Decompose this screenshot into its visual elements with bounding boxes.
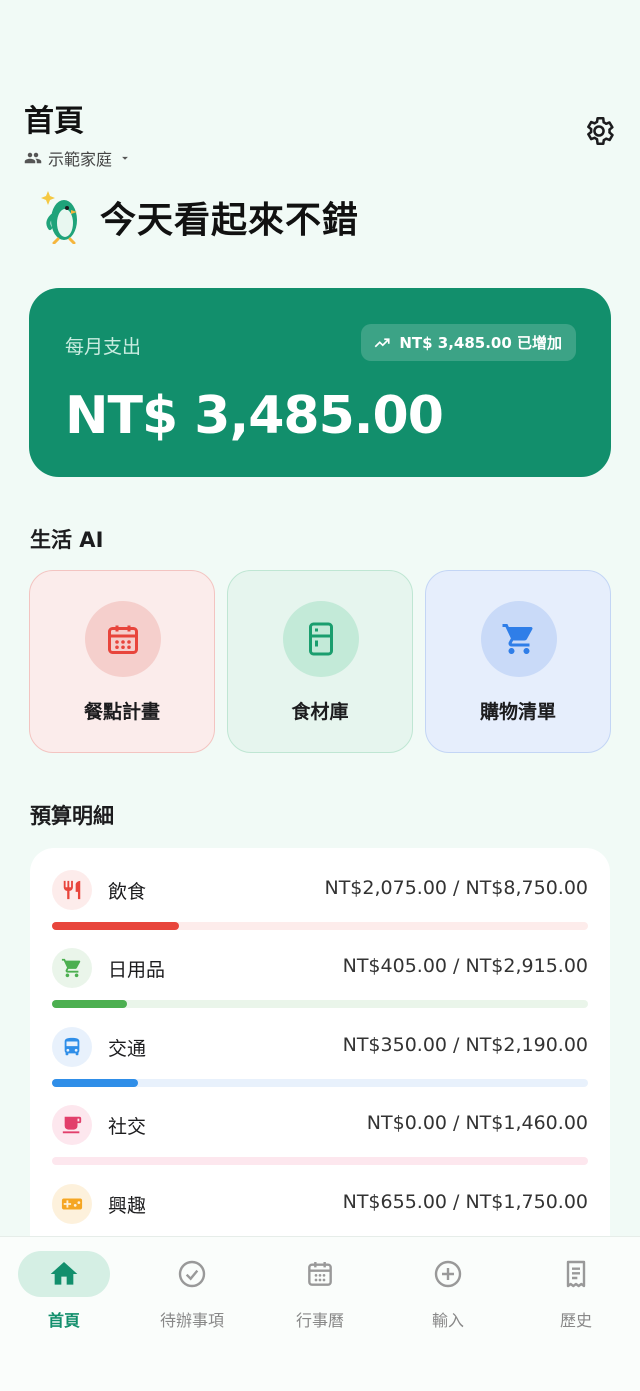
nav-input[interactable]: 輸入 [384,1251,512,1341]
budget-title: 預算明細 [30,804,114,828]
trending-up-icon [374,337,390,347]
nav-todo-pill [146,1251,238,1297]
nav-label: 待辦事項 [159,1311,224,1330]
people-icon [24,152,42,164]
penguin-mascot-icon [41,191,77,244]
budget-name: 交通 [108,1038,147,1060]
life-ai-row: 餐點計畫 食材庫 購物清單 [29,570,611,753]
meal-plan-label: 餐點計畫 [83,701,160,723]
nav-label: 歷史 [559,1311,592,1330]
calendar-icon [308,1262,332,1286]
budget-amount: NT$2,075.00 / NT$8,750.00 [324,877,588,899]
nav-home-pill [18,1251,110,1297]
life-ai-title: 生活 AI [30,528,104,552]
gear-icon[interactable] [582,114,616,148]
shopping-list-card[interactable]: 購物清單 [425,570,611,753]
budget-name: 日用品 [108,959,166,981]
utensils-icon [63,880,81,900]
family-name: 示範家庭 [48,150,113,169]
budget-track [52,1157,588,1165]
increase-text: NT$ 3,485.00 已增加 [399,334,562,352]
budget-progress-fill [52,1000,127,1008]
daily-icon-circle [52,948,92,988]
nav-calendar[interactable]: 行事曆 [256,1251,384,1341]
budget-track [52,1079,588,1087]
budget-progress-fill [52,922,180,930]
fridge-icon [309,622,333,656]
budget-row-daily[interactable]: 日用品 NT$405.00 / NT$2,915.00 [52,948,588,1018]
gamepad-icon [61,1198,83,1210]
budget-amount: NT$350.00 / NT$2,190.00 [342,1034,588,1056]
home-icon [50,1262,78,1285]
budget-amount: NT$405.00 / NT$2,915.00 [342,955,588,977]
shopping-icon-circle [481,601,557,677]
meal-plan-icon-circle [85,601,161,677]
budget-progress-fill [52,1079,138,1087]
food-icon-circle [52,870,92,910]
transport-icon-circle [52,1027,92,1067]
pantry-label: 食材庫 [291,701,349,723]
hobby-icon-circle [52,1184,92,1224]
pantry-card[interactable]: 食材庫 [227,570,413,753]
cart-icon [502,624,533,654]
budget-name: 興趣 [108,1195,147,1217]
page-title: 首頁 [24,104,84,139]
greeting: 今天看起來不錯 [40,190,359,244]
nav-label: 首頁 [47,1311,80,1330]
header: 首頁 示範家庭 [24,104,616,170]
meal-plan-card[interactable]: 餐點計畫 [29,570,215,753]
budget-row-transport[interactable]: 交通 NT$350.00 / NT$2,190.00 [52,1027,588,1097]
social-icon-circle [52,1105,92,1145]
greeting-text: 今天看起來不錯 [100,200,360,241]
bus-icon [64,1037,80,1056]
shopping-list-label: 購物清單 [479,701,556,723]
nav-history[interactable]: 歷史 [512,1251,640,1341]
budget-name: 社交 [108,1116,147,1138]
budget-amount: NT$0.00 / NT$1,460.00 [366,1112,588,1134]
monthly-spend-card[interactable]: 每月支出 NT$ 3,485.00 已增加 NT$ 3,485.00 [29,288,611,477]
nav-label: 行事曆 [295,1311,344,1330]
spend-label: 每月支出 [65,336,142,358]
budget-track [52,922,588,930]
spend-amount: NT$ 3,485.00 [65,386,444,446]
receipt-icon [566,1260,586,1288]
nav-history-pill [530,1251,622,1297]
pantry-icon-circle [283,601,359,677]
cart-icon [61,958,81,978]
check-circle-icon [178,1260,206,1288]
budget-card: 飲食 NT$2,075.00 / NT$8,750.00 日用品 NT$405.… [30,848,610,1268]
calendar-icon [108,625,138,654]
nav-calendar-pill [274,1251,366,1297]
budget-name: 飲食 [108,881,147,903]
plus-circle-icon [434,1260,462,1288]
bottom-nav: 首頁 待辦事項 行事曆 輸入 歷史 [0,1236,640,1391]
increase-badge: NT$ 3,485.00 已增加 [361,324,576,361]
nav-home[interactable]: 首頁 [0,1251,128,1341]
nav-todo[interactable]: 待辦事項 [128,1251,256,1341]
budget-row-social[interactable]: 社交 NT$0.00 / NT$1,460.00 [52,1105,588,1175]
budget-track [52,1000,588,1008]
budget-amount: NT$655.00 / NT$1,750.00 [342,1191,588,1213]
cup-icon [62,1116,82,1134]
caret-down-icon [122,156,128,160]
budget-row-food[interactable]: 飲食 NT$2,075.00 / NT$8,750.00 [52,870,588,940]
nav-label: 輸入 [431,1311,464,1330]
family-selector[interactable]: 示範家庭 [24,146,616,170]
nav-input-pill [402,1251,494,1297]
